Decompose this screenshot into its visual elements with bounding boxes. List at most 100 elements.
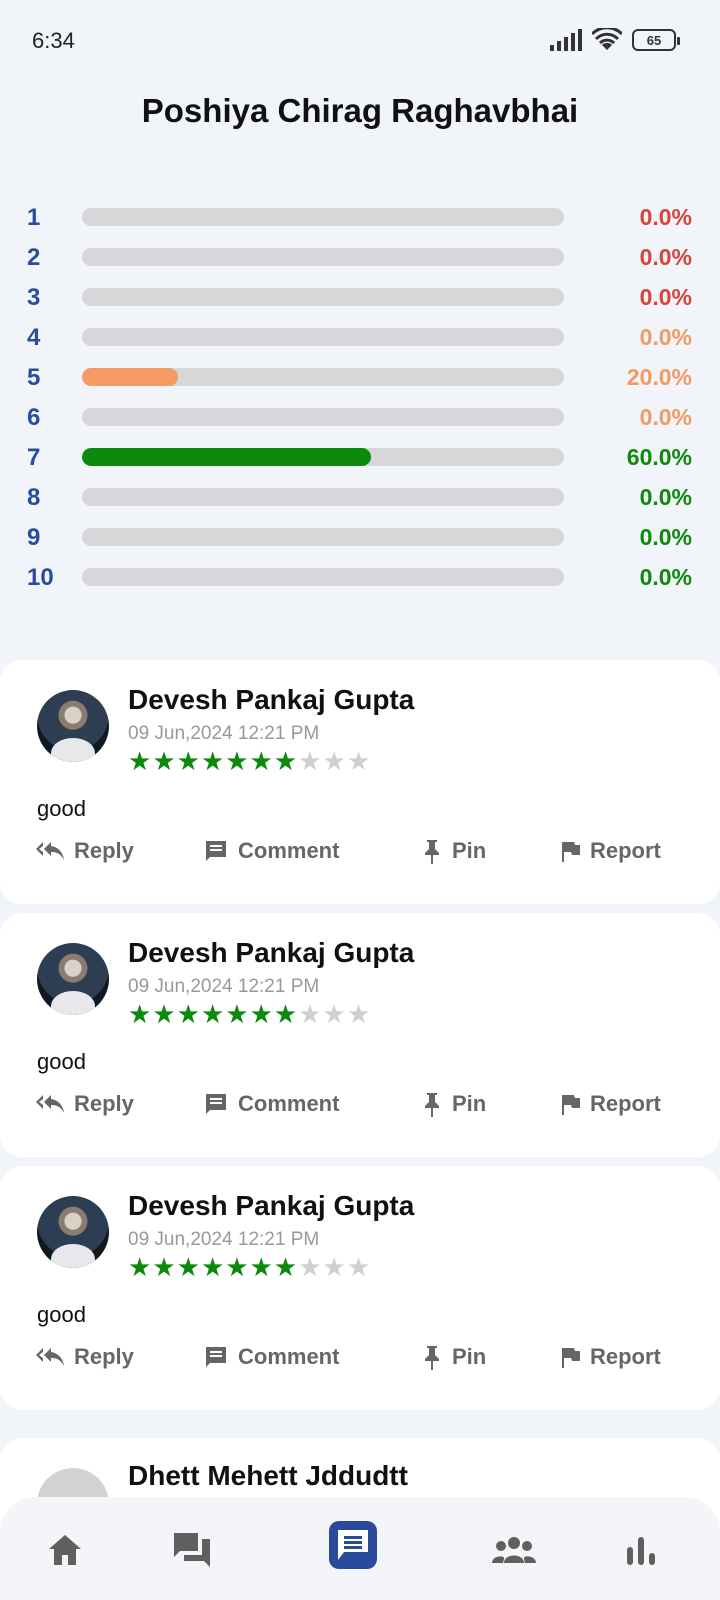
nav-forum[interactable] (167, 1525, 217, 1575)
rating-label: 7 (27, 444, 41, 471)
rating-percent: 0.0% (639, 484, 692, 510)
reviewer-name: Devesh Pankaj Gupta (128, 937, 415, 968)
star-icon: ★ (200, 999, 226, 1029)
pin-button[interactable]: Pin (422, 1344, 486, 1370)
pin-icon (425, 1346, 439, 1370)
distribution-row: 8 0.0% (0, 480, 720, 520)
star-icon: ★ (298, 746, 323, 776)
rating-bar-track (82, 488, 564, 506)
distribution-row: 10 0.0% (0, 560, 720, 600)
reply-all-icon (36, 1095, 64, 1113)
battery-icon: 65 (632, 29, 680, 51)
battery-level: 65 (646, 32, 662, 48)
pin-label: Pin (452, 838, 487, 863)
report-label: Report (590, 1091, 661, 1116)
distribution-row: 3 0.0% (0, 280, 720, 320)
comment-label: Comment (238, 1091, 340, 1116)
rating-percent: 0.0% (639, 404, 692, 430)
comment-icon (206, 1347, 226, 1367)
review-text: good (37, 1302, 86, 1327)
pin-button[interactable]: Pin (422, 838, 486, 864)
reply-button[interactable]: Reply (36, 1091, 134, 1117)
comment-button[interactable]: Comment (204, 838, 339, 864)
flag-icon (562, 1348, 580, 1368)
reply-label: Reply (74, 1344, 134, 1369)
nav-home[interactable] (40, 1525, 90, 1575)
status-bar: 6:34 65 (0, 0, 720, 84)
report-label: Report (590, 1344, 661, 1369)
rating-percent: 20.0% (626, 364, 692, 390)
pin-button[interactable]: Pin (422, 1091, 486, 1117)
review-card[interactable]: Devesh Pankaj Gupta 09 Jun,2024 12:21 PM ★… (0, 1166, 720, 1410)
star-icon: ★ (346, 1252, 372, 1282)
rating-label: 8 (27, 484, 41, 511)
status-icons: 65 (550, 28, 680, 52)
home-icon (49, 1535, 81, 1565)
review-card[interactable]: Devesh Pankaj Gupta 09 Jun,2024 12:21 PM ★… (0, 660, 720, 904)
star-icon: ★ (249, 746, 274, 776)
reply-all-icon (36, 1348, 64, 1366)
star-icon: ★ (346, 746, 372, 776)
distribution-row: 7 60.0% (0, 440, 720, 480)
comment-label: Comment (238, 838, 340, 863)
report-label: Report (590, 838, 661, 863)
comment-button[interactable]: Comment (204, 1344, 339, 1370)
rating-percent: 60.0% (626, 444, 692, 470)
rating-percent: 0.0% (639, 244, 692, 270)
nav-stats[interactable] (616, 1525, 666, 1575)
rating-distribution: 1 0.0% 2 0.0% 3 0.0% 4 0.0% 5 20.0% 6 0.0% 7 60.0% 8 0.… (0, 200, 720, 600)
rating-bar-fill (82, 448, 372, 466)
rating-percent: 0.0% (639, 524, 692, 550)
star-icon: ★ (273, 746, 299, 776)
star-icon: ★ (200, 746, 226, 776)
wifi-icon (592, 28, 622, 50)
rating-label: 2 (27, 244, 41, 271)
flag-icon (562, 842, 580, 862)
reply-button[interactable]: Reply (36, 1344, 134, 1370)
report-button[interactable]: Report (560, 838, 661, 864)
star-icon: ★ (225, 999, 250, 1029)
rating-percent: 0.0% (639, 284, 692, 310)
avatar (37, 690, 109, 762)
distribution-row: 5 20.0% (0, 360, 720, 400)
star-rating: ★★★★★★★★★★ (128, 1252, 371, 1283)
star-icon: ★ (128, 999, 153, 1029)
comment-button[interactable]: Comment (204, 1091, 339, 1117)
rating-percent: 0.0% (639, 204, 692, 230)
rating-percent: 0.0% (639, 324, 692, 350)
star-icon: ★ (249, 1252, 274, 1282)
rating-bar-track (82, 328, 564, 346)
pin-icon (425, 1093, 439, 1117)
forum-icon (174, 1533, 210, 1567)
rating-bar-track (82, 208, 564, 226)
star-icon: ★ (152, 1252, 177, 1282)
rating-label: 3 (27, 284, 41, 311)
rating-label: 10 (27, 564, 54, 591)
star-icon: ★ (128, 746, 153, 776)
nav-reviews[interactable] (329, 1521, 377, 1569)
review-date: 09 Jun,2024 12:21 PM (128, 976, 320, 997)
rating-bar-track (82, 408, 564, 426)
rating-percent: 0.0% (639, 564, 692, 590)
star-icon: ★ (273, 999, 299, 1029)
report-button[interactable]: Report (560, 1091, 661, 1117)
distribution-row: 9 0.0% (0, 520, 720, 560)
star-icon: ★ (152, 999, 177, 1029)
star-icon: ★ (200, 1252, 226, 1282)
reviewer-name: Devesh Pankaj Gupta (128, 684, 415, 715)
report-button[interactable]: Report (560, 1344, 661, 1370)
star-icon: ★ (225, 1252, 250, 1282)
nav-group[interactable] (489, 1525, 539, 1575)
star-icon: ★ (298, 999, 323, 1029)
rating-label: 4 (27, 324, 41, 351)
distribution-row: 1 0.0% (0, 200, 720, 240)
star-icon: ★ (225, 746, 250, 776)
star-icon: ★ (176, 999, 201, 1029)
bottom-nav (0, 1497, 720, 1600)
reviewer-name: Devesh Pankaj Gupta (128, 1190, 415, 1221)
avatar (37, 1196, 109, 1268)
rating-bar-track (82, 288, 564, 306)
review-actions: Reply Comment Pin Report (0, 1091, 720, 1131)
reply-button[interactable]: Reply (36, 838, 134, 864)
review-card[interactable]: Devesh Pankaj Gupta 09 Jun,2024 12:21 PM ★… (0, 913, 720, 1157)
